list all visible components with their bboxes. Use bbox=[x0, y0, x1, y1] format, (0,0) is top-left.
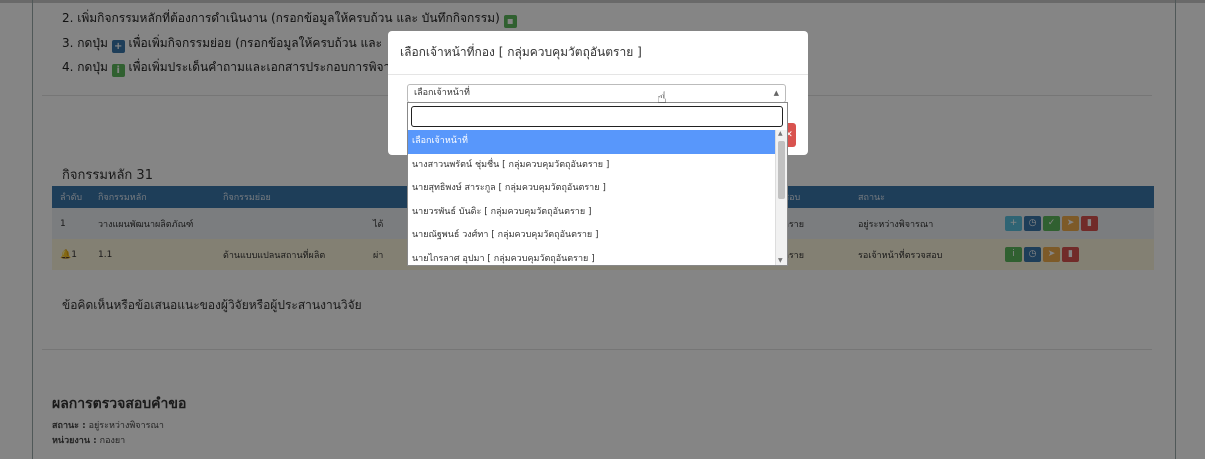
dropdown-option[interactable]: เลือกเจ้าหน้าที่ bbox=[408, 130, 776, 154]
dropdown-scrollbar[interactable]: ▲ ▼ bbox=[775, 130, 787, 265]
modal-title: เลือกเจ้าหน้าที่กอง [ กลุ่มควบคุมวัตถุอั… bbox=[400, 45, 642, 59]
dropdown-search-input[interactable] bbox=[411, 106, 783, 127]
dropdown-options: เลือกเจ้าหน้าที่ นางสาวนพรัตน์ ชุ่มชื่น … bbox=[408, 130, 776, 271]
scroll-down-icon[interactable]: ▼ bbox=[778, 257, 783, 264]
dropdown-option[interactable]: นายวรพันธ์ บันดิะ [ กลุ่มควบคุมวัตถุอันต… bbox=[408, 201, 776, 225]
scroll-up-icon[interactable]: ▲ bbox=[778, 130, 783, 137]
modal-divider bbox=[388, 74, 808, 75]
dropdown-option[interactable]: นายณัฐพนธ์ วงศ์ทา [ กลุ่มควบคุมวัตถุอันต… bbox=[408, 224, 776, 248]
select-value: เลือกเจ้าหน้าที่ bbox=[414, 88, 470, 98]
scrollbar-thumb[interactable] bbox=[778, 141, 785, 199]
officer-dropdown: เลือกเจ้าหน้าที่ นางสาวนพรัตน์ ชุ่มชื่น … bbox=[407, 102, 788, 266]
hand-cursor-icon: ☝ bbox=[657, 88, 667, 107]
chevron-up-icon: ▲ bbox=[773, 89, 779, 97]
officer-select[interactable]: เลือกเจ้าหน้าที่ ▲ bbox=[407, 84, 786, 103]
dropdown-option[interactable]: นางสาวนพรัตน์ ชุ่มชื่น [ กลุ่มควบคุมวัตถ… bbox=[408, 154, 776, 178]
dropdown-option[interactable]: นายสุทธิพงษ์ สาระกูล [ กลุ่มควบคุมวัตถุอ… bbox=[408, 177, 776, 201]
dropdown-option[interactable]: นายไกรลาศ อุปมา [ กลุ่มควบคุมวัตถุอันตรา… bbox=[408, 248, 776, 272]
